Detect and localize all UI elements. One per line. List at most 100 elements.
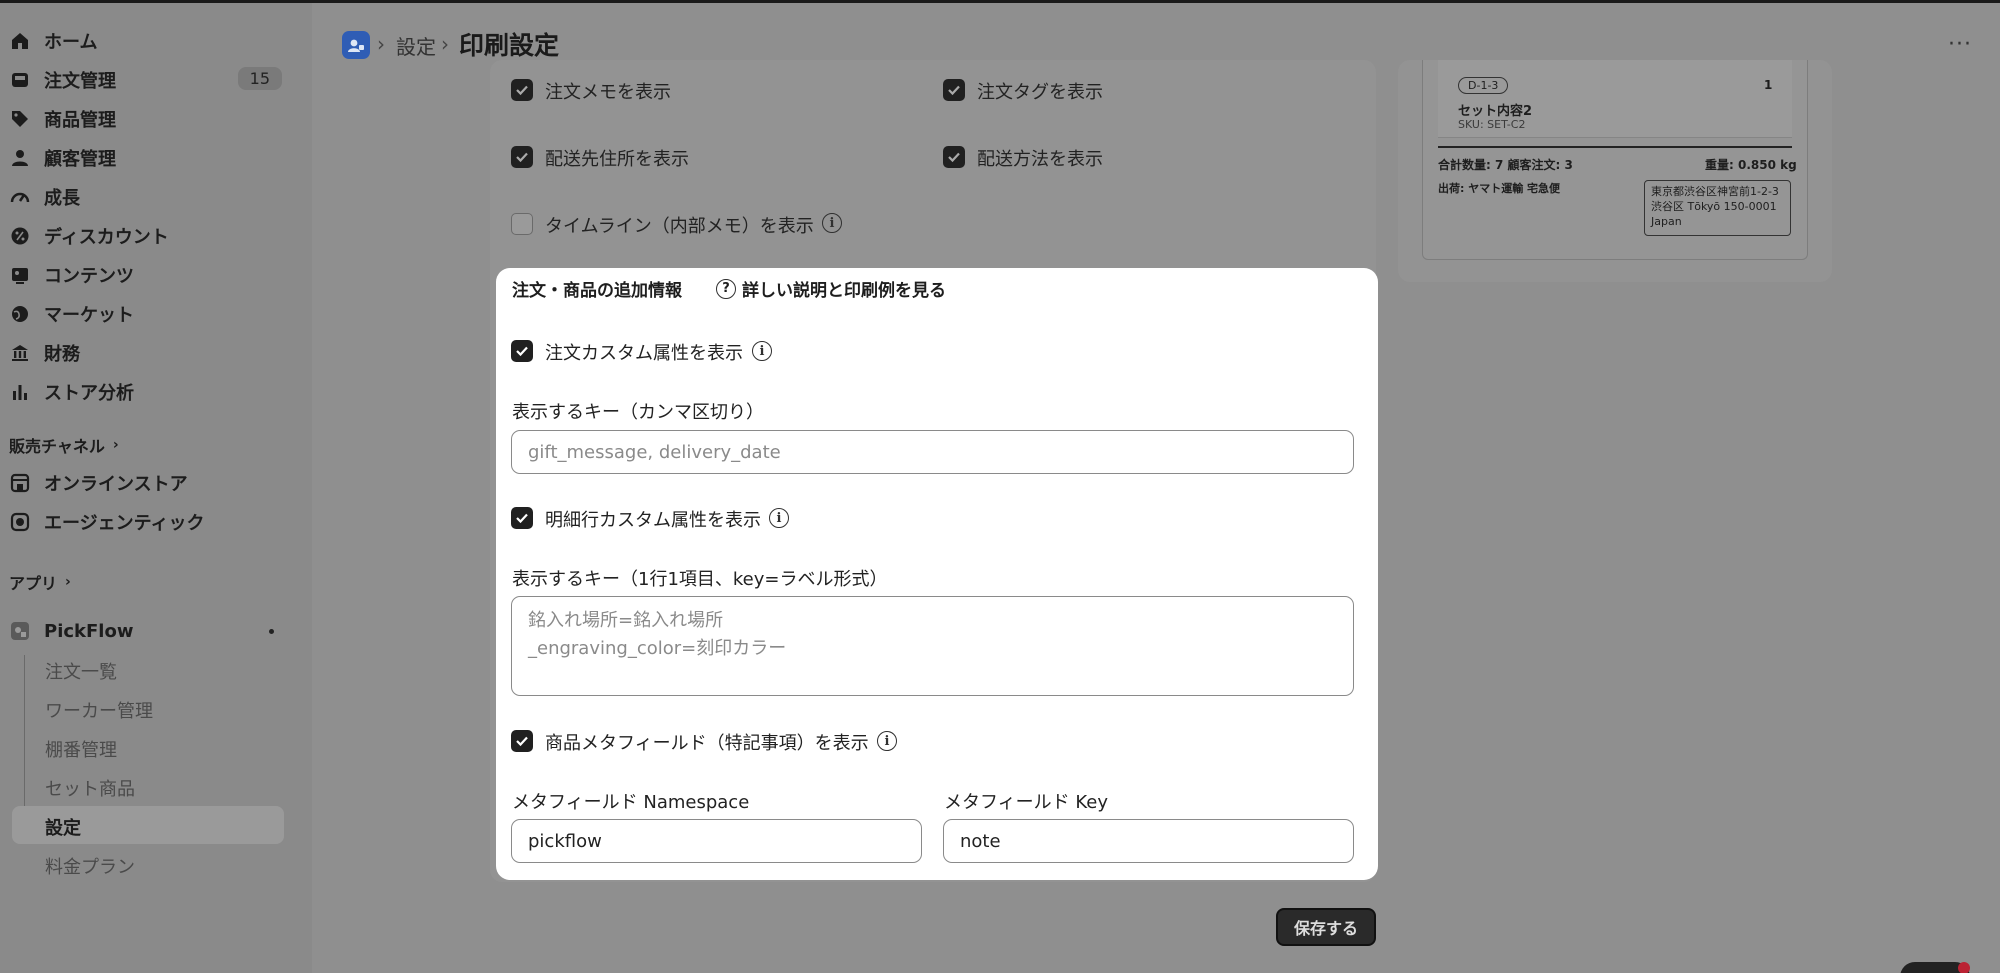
nav-item-customers[interactable]: 顧客管理: [0, 140, 290, 176]
key-label: メタフィールド Key: [944, 792, 1108, 813]
shipping-address-label: 配送先住所を表示: [545, 149, 689, 170]
page-title: 印刷設定: [459, 31, 560, 60]
breadcrumb-settings-link[interactable]: 設定: [396, 31, 436, 60]
app-item-set-products[interactable]: セット商品: [45, 775, 135, 801]
namespace-label: メタフィールド Namespace: [512, 792, 750, 813]
nav-label: エージェンティック: [44, 513, 205, 534]
person-icon: [9, 147, 31, 169]
breadcrumb-separator: ›: [441, 32, 449, 56]
store-icon: [9, 472, 31, 494]
info-icon[interactable]: i: [769, 508, 789, 528]
inbox-icon: [9, 69, 31, 91]
save-button[interactable]: 保存する: [1276, 908, 1376, 946]
metafield-checkbox[interactable]: [511, 730, 533, 752]
shipping-method-checkbox[interactable]: [943, 146, 965, 168]
order-memo-label: 注文メモを表示: [545, 82, 671, 103]
home-icon: [9, 30, 31, 52]
app-item-shelves[interactable]: 棚番管理: [45, 736, 117, 762]
nav-item-finance[interactable]: 財務: [0, 335, 290, 371]
key-input[interactable]: [943, 819, 1354, 863]
app-item-pricing[interactable]: 料金プラン: [45, 853, 135, 879]
order-custom-attrs-checkbox[interactable]: [511, 340, 533, 362]
timeline-checkbox[interactable]: [511, 213, 533, 235]
shipping-address-checkbox[interactable]: [511, 146, 533, 168]
nav-label: 財務: [44, 344, 80, 365]
nav-label: オンラインストア: [44, 474, 188, 495]
preview-address-line: 渋谷区 Tōkyō 150-0001: [1651, 200, 1777, 213]
gauge-icon: [9, 186, 31, 208]
nav-label: ストア分析: [44, 383, 134, 404]
preview-location-tag: D-1-3: [1458, 77, 1509, 94]
preview-qty: 1: [1764, 78, 1773, 92]
preview-totals: 合計数量: 7 顧客注文: 3: [1438, 158, 1573, 172]
preview-address-box: 東京都渋谷区神宮前1-2-3 渋谷区 Tōkyō 150-0001 Japan: [1644, 180, 1791, 236]
sales-channels-header[interactable]: 販売チャネル ›: [9, 433, 119, 457]
shipping-method-label: 配送方法を表示: [977, 149, 1103, 170]
order-memo-checkbox[interactable]: [511, 79, 533, 101]
preview-address-line: Japan: [1651, 215, 1682, 228]
metafield-label: 商品メタフィールド（特記事項）を表示: [545, 733, 869, 754]
preview-address-line: 東京都渋谷区神宮前1-2-3: [1651, 185, 1779, 198]
nav-item-online-store[interactable]: オンラインストア: [0, 465, 290, 501]
nav-item-orders[interactable]: 注文管理 15: [0, 62, 290, 98]
nav-label: ホーム: [44, 32, 98, 53]
discount-icon: [9, 225, 31, 247]
nav-item-analytics[interactable]: ストア分析: [0, 374, 290, 410]
help-link[interactable]: ? 詳しい説明と印刷例を見る: [716, 276, 946, 301]
app-item-orders-list[interactable]: 注文一覧: [45, 658, 117, 684]
nav-item-pickflow[interactable]: PickFlow: [0, 613, 290, 649]
nav-label: PickFlow: [44, 620, 134, 642]
notification-dot: [1958, 962, 1970, 973]
order-keys-label: 表示するキー（カンマ区切り）: [512, 402, 764, 423]
agent-icon: [9, 511, 31, 533]
nav-label: ディスカウント: [44, 227, 169, 248]
nav-item-products[interactable]: 商品管理: [0, 101, 290, 137]
sidebar: ホーム 注文管理 15 商品管理 顧客管理 成長 ディスカウント コンテンツ マ…: [0, 0, 312, 973]
namespace-input[interactable]: [511, 819, 922, 863]
line-custom-attrs-label: 明細行カスタム属性を表示: [545, 510, 761, 531]
line-custom-attrs-checkbox[interactable]: [511, 507, 533, 529]
preview-item-name: セット内容2: [1458, 104, 1533, 119]
info-icon[interactable]: i: [752, 341, 772, 361]
tag-icon: [9, 108, 31, 130]
sales-channels-label: 販売チャネル: [9, 437, 105, 456]
nav-label: 商品管理: [44, 110, 116, 131]
nav-item-content[interactable]: コンテンツ: [0, 257, 290, 293]
bar-chart-icon: [9, 381, 31, 403]
order-tags-label: 注文タグを表示: [977, 82, 1103, 103]
globe-icon: [9, 303, 31, 325]
nav-label: 注文管理: [44, 71, 116, 92]
more-actions-icon[interactable]: ···: [1948, 32, 1972, 57]
app-item-workers[interactable]: ワーカー管理: [45, 697, 153, 723]
info-icon[interactable]: i: [822, 213, 842, 233]
help-link-label: 詳しい説明と印刷例を見る: [742, 281, 946, 301]
nav-item-home[interactable]: ホーム: [0, 23, 290, 59]
breadcrumb-separator: ›: [377, 32, 385, 56]
nav-item-markets[interactable]: マーケット: [0, 296, 290, 332]
nav-label: 成長: [44, 188, 80, 209]
order-keys-input[interactable]: [511, 430, 1354, 474]
nav-item-agentic[interactable]: エージェンティック: [0, 504, 290, 540]
info-icon[interactable]: i: [877, 731, 897, 751]
pickflow-app-icon[interactable]: [342, 31, 370, 59]
panel-title: 注文・商品の追加情報: [512, 281, 682, 301]
app-item-settings[interactable]: 設定: [45, 814, 81, 840]
chevron-right-icon: ›: [65, 574, 71, 590]
nav-item-discounts[interactable]: ディスカウント: [0, 218, 290, 254]
line-keys-label: 表示するキー（1行1項目、key=ラベル形式）: [512, 569, 888, 590]
order-tags-checkbox[interactable]: [943, 79, 965, 101]
preview-weight: 重量: 0.850 kg: [1705, 158, 1797, 172]
nav-label: コンテンツ: [44, 266, 134, 287]
nav-label: 顧客管理: [44, 149, 116, 170]
image-icon: [9, 264, 31, 286]
line-keys-textarea[interactable]: [511, 596, 1354, 696]
nav-label: マーケット: [44, 305, 134, 326]
tree-line: [24, 655, 25, 825]
timeline-label: タイムライン（内部メモ）を表示: [545, 216, 814, 237]
chevron-right-icon: ›: [112, 437, 119, 453]
nav-item-growth[interactable]: 成長: [0, 179, 290, 215]
apps-header[interactable]: アプリ ›: [9, 570, 71, 594]
preview-shipper: 出荷: ヤマト運輸 宅急便: [1438, 182, 1561, 195]
orders-count-badge: 15: [237, 67, 282, 90]
pickflow-app-icon: [9, 620, 31, 642]
